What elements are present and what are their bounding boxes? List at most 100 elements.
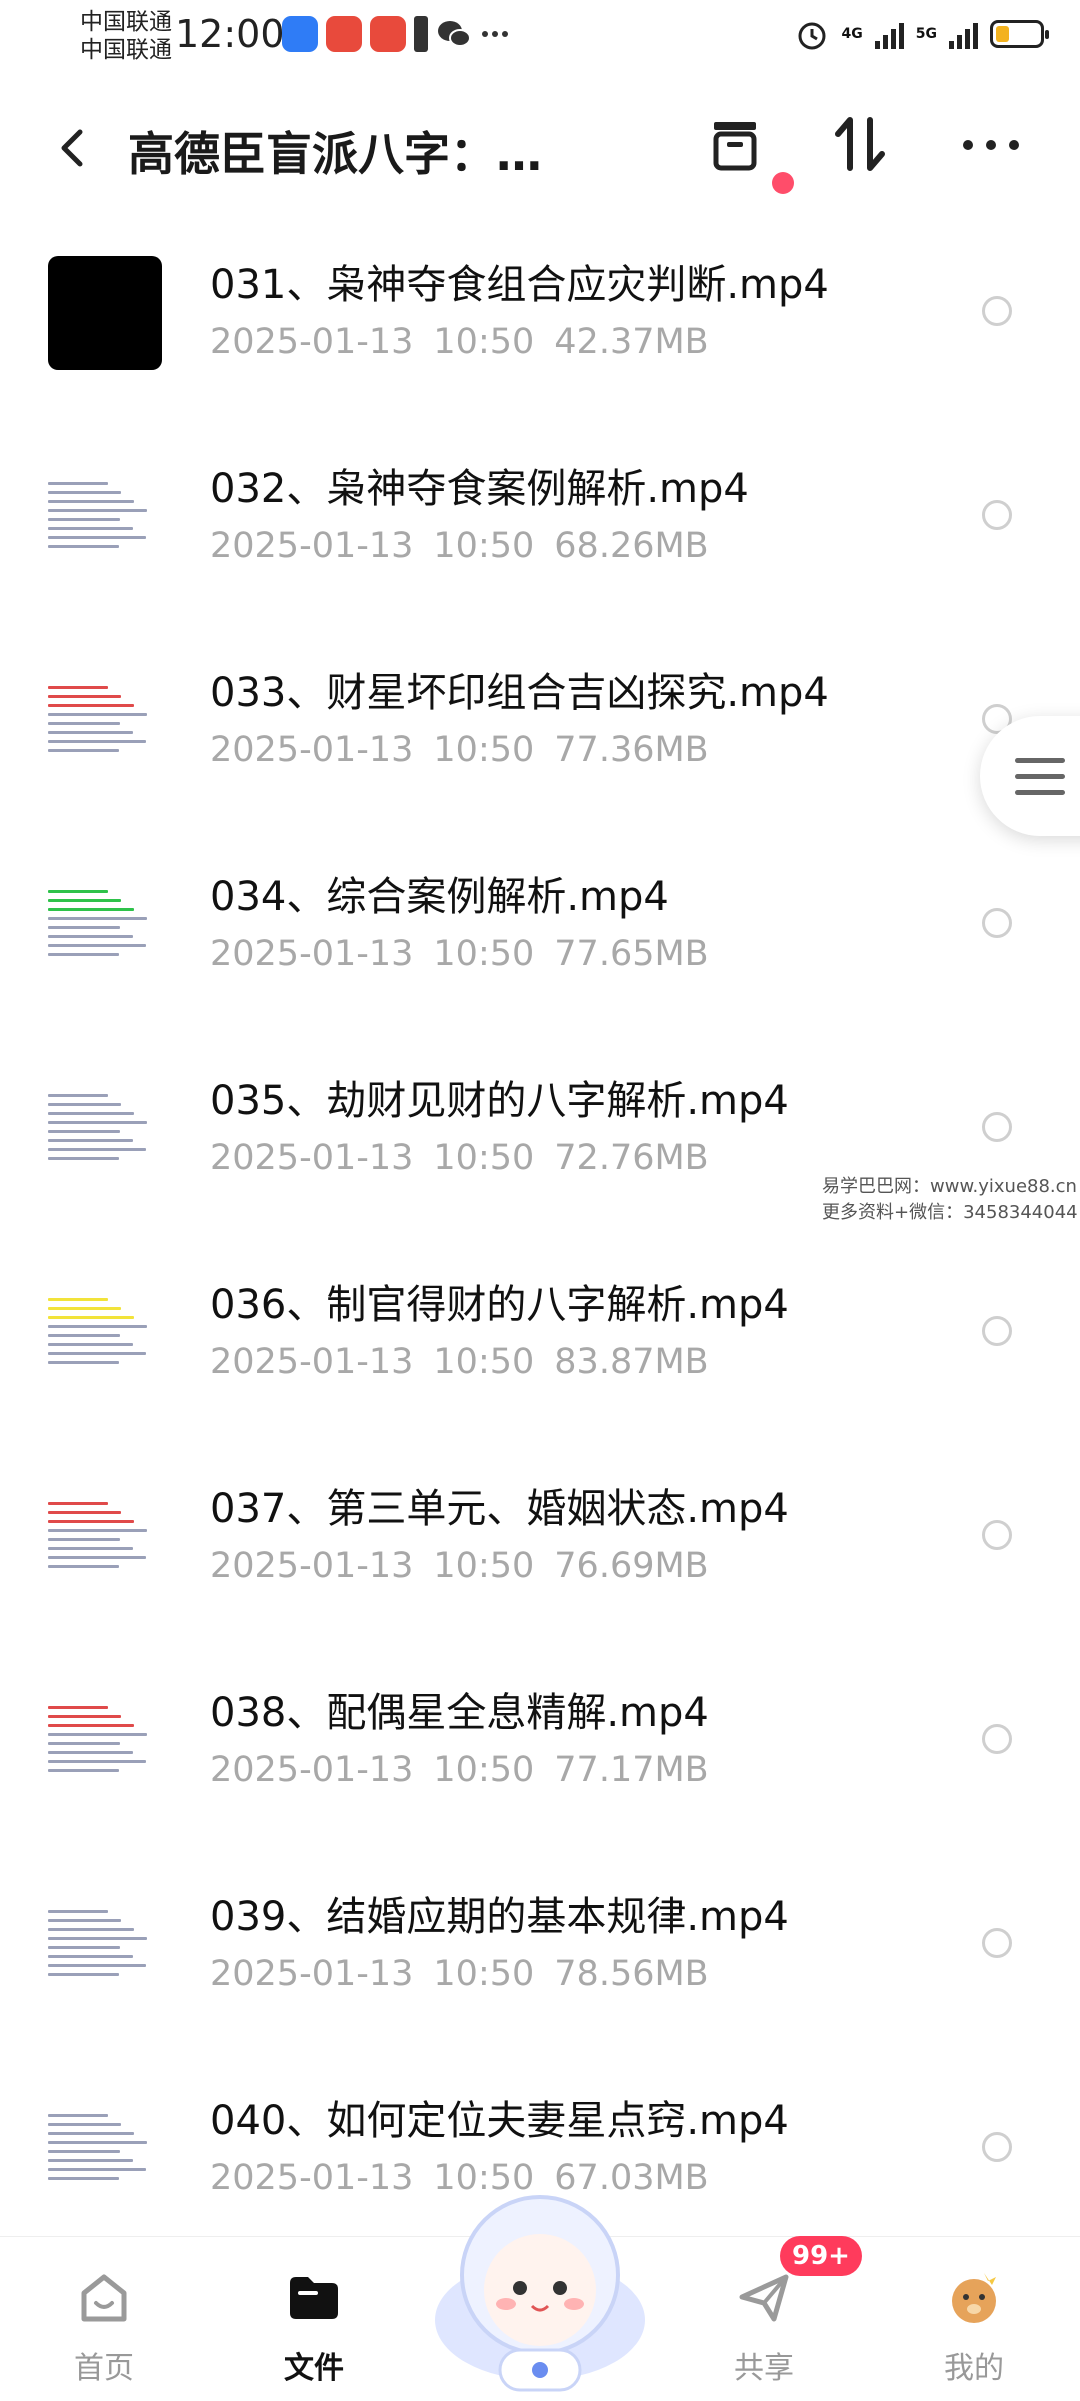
notification-icons (282, 16, 510, 52)
file-name: 034、综合案例解析.mp4 (210, 874, 669, 920)
video-thumbnail (48, 868, 162, 982)
share-icon (739, 2274, 789, 2322)
file-size: 77.36MB (554, 730, 709, 770)
file-meta: 2025-01-13 10:50 68.26MB (210, 526, 709, 566)
file-row[interactable]: 032、枭神夺食案例解析.mp4 2025-01-13 10:50 68.26MB (0, 404, 1080, 608)
video-thumbnail (48, 1276, 162, 1390)
file-time: 10:50 (433, 1954, 535, 1994)
archive-icon[interactable] (700, 110, 770, 180)
battery-icon (990, 20, 1049, 48)
nav-label-share: 共享 (734, 2351, 794, 2386)
select-radio[interactable] (982, 2132, 1012, 2162)
file-row[interactable]: 039、结婚应期的基本规律.mp4 2025-01-13 10:50 78.56MB (0, 1832, 1080, 2036)
file-row[interactable]: 033、财星坏印组合吉凶探究.mp4 2025-01-13 10:50 77.36MB (0, 608, 1080, 812)
mascot-assistant-icon[interactable] (430, 2170, 650, 2400)
file-time: 10:50 (433, 1546, 535, 1586)
video-thumbnail (48, 1072, 162, 1186)
chevron-left-icon[interactable] (48, 118, 98, 178)
signal-icon (949, 19, 978, 49)
file-size: 76.69MB (554, 1546, 709, 1586)
file-time: 10:50 (433, 526, 535, 566)
folder-icon (290, 2277, 338, 2319)
file-time: 10:50 (433, 322, 535, 362)
select-radio[interactable] (982, 1316, 1012, 1346)
file-size: 78.56MB (554, 1954, 709, 1994)
file-date: 2025-01-13 (210, 322, 414, 362)
network-type-1: 4G (841, 26, 863, 42)
sort-icon[interactable] (826, 110, 896, 180)
file-date: 2025-01-13 (210, 1750, 414, 1790)
watermark-line-1: 易学巴巴网：www.yixue88.cn (822, 1176, 1077, 1197)
file-row[interactable]: 038、配偶星全息精解.mp4 2025-01-13 10:50 77.17MB (0, 1628, 1080, 1832)
file-name: 031、枭神夺食组合应灾判断.mp4 (210, 262, 829, 308)
file-name: 036、制官得财的八字解析.mp4 (210, 1282, 789, 1328)
file-date: 2025-01-13 (210, 1546, 414, 1586)
profile-icon (952, 2273, 996, 2323)
file-date: 2025-01-13 (210, 526, 414, 566)
select-radio[interactable] (982, 1520, 1012, 1550)
share-badge: 99+ (780, 2236, 862, 2276)
video-thumbnail (48, 1888, 162, 2002)
status-bar: 中国联通 中国联通 12:00 4G 5G (0, 0, 1080, 80)
file-name: 032、枭神夺食案例解析.mp4 (210, 466, 749, 512)
file-name: 037、第三单元、婚姻状态.mp4 (210, 1486, 789, 1532)
file-meta: 2025-01-13 10:50 77.17MB (210, 1750, 709, 1790)
battery-level (996, 26, 1009, 42)
nav-home[interactable]: 首页 (4, 2237, 204, 2401)
file-name: 038、配偶星全息精解.mp4 (210, 1690, 709, 1736)
nav-files[interactable]: 文件 (214, 2237, 414, 2401)
clock: 12:00 (175, 12, 285, 56)
watermark: 易学巴巴网：www.yixue88.cn 更多资料+微信：3458344044 (822, 1174, 1078, 1226)
network-type-2: 5G (915, 26, 937, 42)
file-date: 2025-01-13 (210, 730, 414, 770)
file-time: 10:50 (433, 730, 535, 770)
file-date: 2025-01-13 (210, 1342, 414, 1382)
video-thumbnail (48, 664, 162, 778)
file-row[interactable]: 031、枭神夺食组合应灾判断.mp4 2025-01-13 10:50 42.37MB (0, 200, 1080, 404)
file-row[interactable]: 037、第三单元、婚姻状态.mp4 2025-01-13 10:50 76.69MB (0, 1424, 1080, 1628)
folder-header: 高德臣盲派八字：… (0, 88, 1080, 208)
file-date: 2025-01-13 (210, 1954, 414, 1994)
file-time: 10:50 (433, 1750, 535, 1790)
file-size: 68.26MB (554, 526, 709, 566)
video-thumbnail (48, 1480, 162, 1594)
more-notifications-icon (482, 31, 508, 37)
video-thumbnail (48, 2092, 162, 2206)
alert-icon (414, 16, 428, 52)
file-name: 039、结婚应期的基本规律.mp4 (210, 1894, 789, 1940)
app-notification-icon (370, 16, 406, 52)
file-size: 77.17MB (554, 1750, 709, 1790)
file-size: 72.76MB (554, 1138, 709, 1178)
select-radio[interactable] (982, 296, 1012, 326)
file-date: 2025-01-13 (210, 2158, 414, 2198)
more-icon[interactable] (956, 110, 1026, 180)
home-icon (81, 2274, 127, 2322)
select-radio[interactable] (982, 1112, 1012, 1142)
signal-icon (874, 19, 904, 49)
nav-label-files: 文件 (284, 2351, 344, 2386)
file-row[interactable]: 036、制官得财的八字解析.mp4 2025-01-13 10:50 83.87MB (0, 1220, 1080, 1424)
file-size: 83.87MB (554, 1342, 709, 1382)
file-meta: 2025-01-13 10:50 78.56MB (210, 1954, 709, 1994)
watermark-line-2: 更多资料+微信：3458344044 (822, 1202, 1078, 1223)
select-radio[interactable] (982, 500, 1012, 530)
nav-profile[interactable]: 我的 (874, 2237, 1074, 2401)
file-time: 10:50 (433, 934, 535, 974)
select-radio[interactable] (982, 908, 1012, 938)
file-meta: 2025-01-13 10:50 76.69MB (210, 1546, 709, 1586)
carrier-1: 中国联通 (80, 9, 172, 35)
select-radio[interactable] (982, 1928, 1012, 1958)
file-meta: 2025-01-13 10:50 72.76MB (210, 1138, 709, 1178)
system-status: 4G 5G (794, 16, 1049, 52)
file-size: 42.37MB (554, 322, 709, 362)
file-date: 2025-01-13 (210, 1138, 414, 1178)
file-row[interactable]: 034、综合案例解析.mp4 2025-01-13 10:50 77.65MB (0, 812, 1080, 1016)
video-thumbnail (48, 256, 162, 370)
select-radio[interactable] (982, 1724, 1012, 1754)
alarm-icon (798, 22, 826, 50)
file-size: 77.65MB (554, 934, 709, 974)
file-time: 10:50 (433, 1342, 535, 1382)
file-time: 10:50 (433, 1138, 535, 1178)
carrier-info: 中国联通 中国联通 (80, 8, 172, 64)
notification-dot (772, 172, 794, 194)
